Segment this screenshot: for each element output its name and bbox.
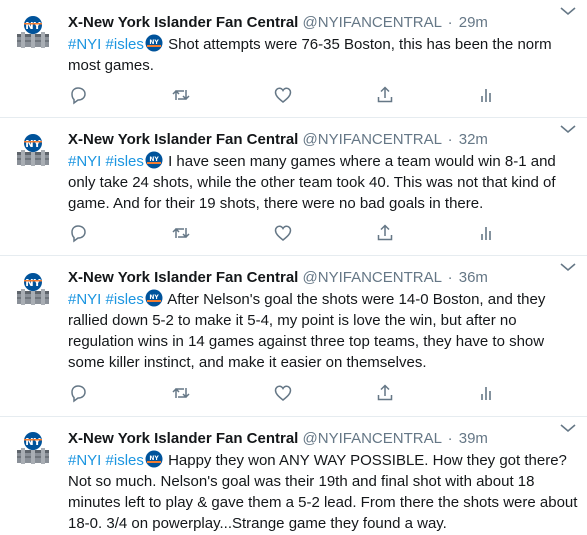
islanders-emoji-icon: NY [145,450,163,468]
retweet-icon[interactable] [171,383,191,403]
svg-text:NY: NY [149,455,159,462]
like-icon[interactable] [273,223,293,243]
like-icon[interactable] [273,85,293,105]
analytics-icon[interactable] [476,85,496,105]
chevron-down-icon[interactable] [559,124,577,134]
chevron-down-icon[interactable] [559,6,577,16]
svg-text:NY: NY [25,139,41,150]
tweet-text: #NYI #isles NY Shot attempts were 76-35 B… [68,34,579,76]
display-name[interactable]: X-New York Islander Fan Central [68,269,298,286]
user-handle[interactable]: @NYIFANCENTRAL [303,14,442,31]
like-icon[interactable] [273,383,293,403]
islanders-emoji-icon: NY [145,151,163,169]
hashtag[interactable]: #NYI [68,291,101,308]
display-name[interactable]: X-New York Islander Fan Central [68,131,298,148]
svg-text:NY: NY [149,156,159,163]
hashtag[interactable]: #isles [106,153,144,170]
user-handle[interactable]: @NYIFANCENTRAL [303,131,442,148]
tweet-text: #NYI #isles NY I have seen many games whe… [68,151,579,214]
tweet-text: #NYI #isles NY Happy they won ANY WAY POS… [68,450,579,534]
share-icon[interactable] [375,85,395,105]
reply-icon[interactable] [68,223,88,243]
svg-text:NY: NY [25,437,41,448]
tweet-feed: NY X-New York Islander Fan Central @NYIF… [0,0,587,535]
user-handle[interactable]: @NYIFANCENTRAL [303,269,442,286]
separator: · [447,131,453,148]
hashtag[interactable]: #NYI [68,452,101,469]
avatar[interactable]: NY [11,12,55,56]
reply-icon[interactable] [68,85,88,105]
analytics-icon[interactable] [476,223,496,243]
retweet-icon[interactable] [171,85,191,105]
tweet[interactable]: NY X-New York Islander Fan Central @NYIF… [0,256,587,417]
avatar[interactable]: NY [11,269,55,313]
share-icon[interactable] [375,223,395,243]
hashtag[interactable]: #isles [106,452,144,469]
retweet-icon[interactable] [171,223,191,243]
hashtag[interactable]: #isles [106,291,144,308]
chevron-down-icon[interactable] [559,262,577,272]
timestamp[interactable]: 36m [459,269,488,286]
svg-text:NY: NY [25,278,41,289]
tweet-header: X-New York Islander Fan Central @NYIFANC… [68,13,579,33]
hashtag[interactable]: #NYI [68,153,101,170]
timestamp[interactable]: 29m [459,14,488,31]
separator: · [447,14,453,31]
islanders-emoji-icon: NY [145,289,163,307]
tweet-header: X-New York Islander Fan Central @NYIFANC… [68,268,579,288]
tweet[interactable]: NY X-New York Islander Fan Central @NYIF… [0,118,587,256]
timestamp[interactable]: 32m [459,131,488,148]
display-name[interactable]: X-New York Islander Fan Central [68,430,298,447]
tweet-header: X-New York Islander Fan Central @NYIFANC… [68,429,579,449]
separator: · [447,430,453,447]
hashtag[interactable]: #NYI [68,36,101,53]
analytics-icon[interactable] [476,383,496,403]
avatar[interactable]: NY [11,428,55,472]
chevron-down-icon[interactable] [559,423,577,433]
tweet[interactable]: NY X-New York Islander Fan Central @NYIF… [0,417,587,535]
user-handle[interactable]: @NYIFANCENTRAL [303,430,442,447]
separator: · [447,269,453,286]
display-name[interactable]: X-New York Islander Fan Central [68,14,298,31]
share-icon[interactable] [375,383,395,403]
tweet-actions [68,383,498,403]
reply-icon[interactable] [68,383,88,403]
svg-text:NY: NY [25,21,41,32]
svg-text:NY: NY [149,39,159,46]
timestamp[interactable]: 39m [459,430,488,447]
hashtag[interactable]: #isles [106,36,144,53]
avatar[interactable]: NY [11,130,55,174]
islanders-emoji-icon: NY [145,34,163,52]
tweet-header: X-New York Islander Fan Central @NYIFANC… [68,130,579,150]
tweet-actions [68,85,498,105]
svg-text:NY: NY [149,294,159,301]
tweet-text: #NYI #isles NY After Nelson's goal the sh… [68,289,579,373]
tweet[interactable]: NY X-New York Islander Fan Central @NYIF… [0,0,587,118]
tweet-actions [68,223,498,243]
